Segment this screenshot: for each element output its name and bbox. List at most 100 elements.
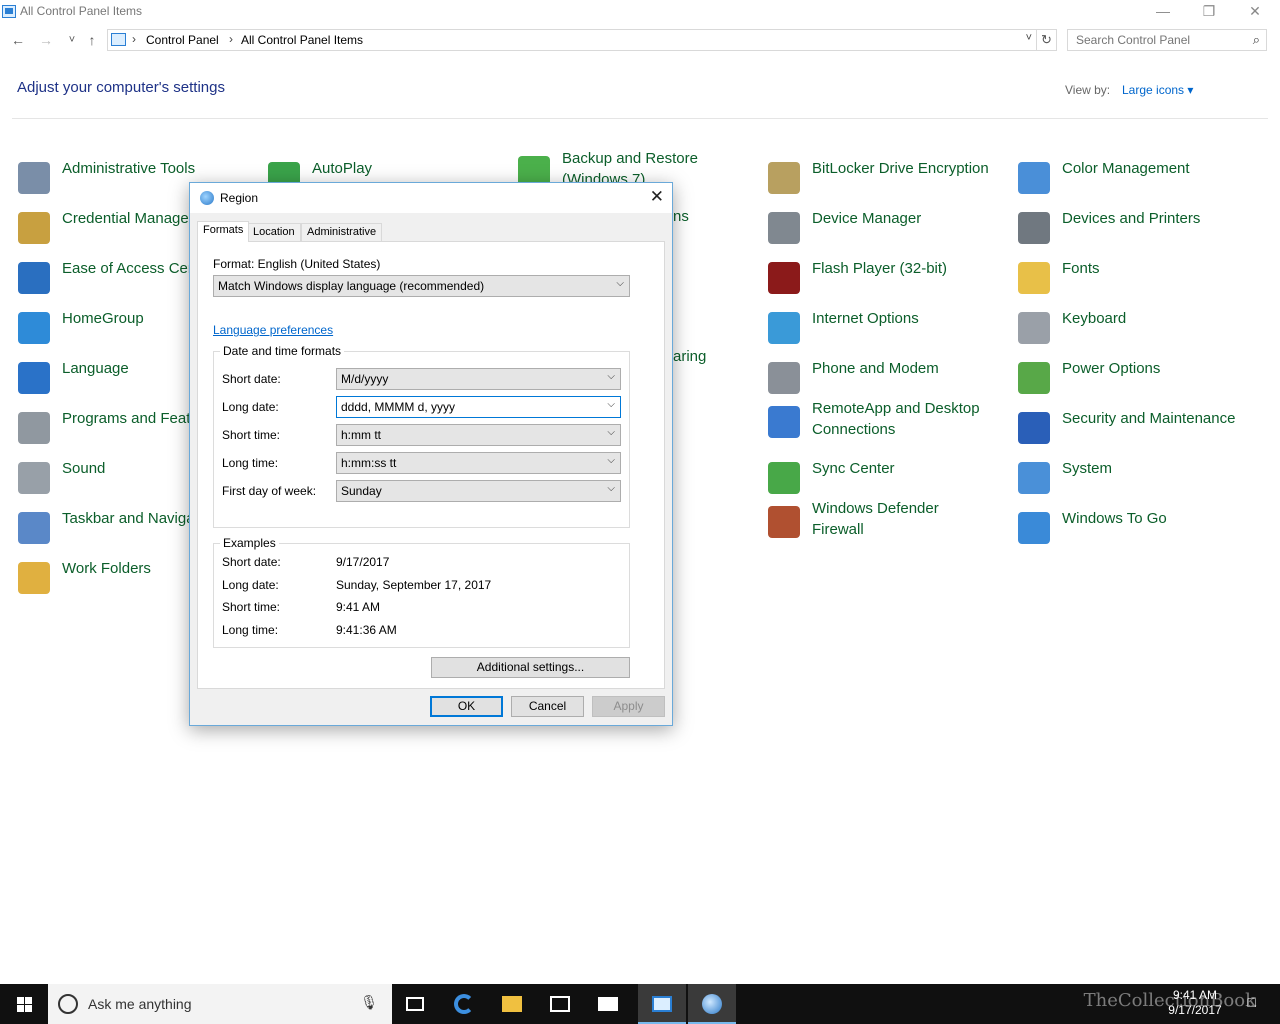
refresh-button[interactable]: ↻ bbox=[1037, 29, 1057, 51]
cp-item-fonts[interactable]: Fonts bbox=[1018, 258, 1258, 302]
up-button[interactable]: ↑ bbox=[82, 30, 102, 50]
example-value: 9/17/2017 bbox=[336, 555, 390, 569]
window-titlebar: All Control Panel Items — ❐ ✕ bbox=[0, 0, 1280, 24]
restore-button[interactable]: ❐ bbox=[1186, 0, 1232, 24]
system-clock[interactable]: 9:41 AM 9/17/2017 bbox=[1160, 988, 1230, 1018]
cp-item-label: System bbox=[1062, 460, 1113, 477]
cp-item-security-maintenance[interactable]: Security and Maintenance bbox=[1018, 408, 1258, 452]
task-view-button[interactable] bbox=[392, 984, 440, 1024]
cp-item-label: Power Options bbox=[1062, 360, 1161, 377]
taskbar: Ask me anything 🎙 TheCollectionBook 9:41… bbox=[0, 984, 1280, 1024]
cp-item-label: Color Management bbox=[1062, 160, 1190, 177]
file-explorer-taskbar-button[interactable] bbox=[488, 984, 536, 1024]
control-panel-taskbar-icon bbox=[652, 996, 672, 1012]
format-field-value: dddd, MMMM d, yyyy bbox=[341, 400, 456, 414]
folder-icon bbox=[502, 996, 522, 1012]
view-by-dropdown[interactable]: Large icons bbox=[1122, 83, 1193, 97]
format-field-label: First day of week: bbox=[222, 484, 317, 498]
ease-of-access-icon bbox=[18, 262, 50, 294]
address-bar[interactable]: › Control Panel › All Control Panel Item… bbox=[107, 29, 1037, 51]
back-button[interactable]: ← bbox=[8, 30, 28, 50]
cp-item-keyboard[interactable]: Keyboard bbox=[1018, 308, 1258, 352]
breadcrumb-control-panel[interactable]: Control Panel bbox=[146, 33, 219, 47]
format-label: Format: English (United States) bbox=[213, 257, 381, 271]
cp-item-devices-printers[interactable]: Devices and Printers bbox=[1018, 208, 1258, 252]
mail-taskbar-button[interactable] bbox=[584, 984, 632, 1024]
region-taskbar-button[interactable] bbox=[688, 984, 736, 1024]
minimize-button[interactable]: — bbox=[1140, 0, 1186, 24]
format-field-select[interactable]: Sunday ⌵ bbox=[336, 480, 621, 502]
example-label: Short time: bbox=[222, 600, 281, 614]
search-box[interactable]: ⌕ bbox=[1067, 29, 1267, 51]
additional-settings-button[interactable]: Additional settings... bbox=[431, 657, 630, 678]
search-icon[interactable]: ⌕ bbox=[1253, 32, 1260, 48]
devices-printers-icon bbox=[1018, 212, 1050, 244]
forward-button[interactable]: → bbox=[36, 30, 56, 50]
fonts-icon bbox=[1018, 262, 1050, 294]
color-management-icon bbox=[1018, 162, 1050, 194]
tab-location[interactable]: Location bbox=[247, 223, 301, 241]
cp-item-sync-center[interactable]: Sync Center bbox=[768, 458, 1008, 502]
address-dropdown-icon[interactable]: ˅ bbox=[1026, 32, 1032, 44]
format-field-value: M/d/yyyy bbox=[341, 372, 389, 386]
format-field-select[interactable]: h:mm tt ⌵ bbox=[336, 424, 621, 446]
ok-button[interactable]: OK bbox=[430, 696, 503, 717]
microphone-icon[interactable]: 🎙 bbox=[360, 994, 378, 1011]
cp-item-device-manager[interactable]: Device Manager bbox=[768, 208, 1008, 252]
cp-item-system[interactable]: System bbox=[1018, 458, 1258, 502]
chevron-down-icon: ⌵ bbox=[607, 455, 615, 466]
cancel-button[interactable]: Cancel bbox=[511, 696, 584, 717]
format-field-label: Long date: bbox=[222, 400, 279, 414]
region-globe-icon bbox=[200, 191, 214, 205]
control-panel-taskbar-button[interactable] bbox=[638, 984, 686, 1024]
keyboard-icon bbox=[1018, 312, 1050, 344]
dialog-close-button[interactable]: ✕ bbox=[650, 187, 664, 207]
close-button[interactable]: ✕ bbox=[1232, 0, 1278, 24]
cp-item-label: Keyboard bbox=[1062, 310, 1127, 327]
cp-item-label: BitLocker Drive Encryption bbox=[812, 160, 989, 177]
page-heading: Adjust your computer's settings bbox=[17, 79, 225, 96]
cp-item-phone-modem[interactable]: Phone and Modem bbox=[768, 358, 1008, 402]
format-select[interactable]: Match Windows display language (recommen… bbox=[213, 275, 630, 297]
bitlocker-icon bbox=[768, 162, 800, 194]
chevron-down-icon: ⌵ bbox=[607, 371, 615, 382]
credential-manager-icon bbox=[18, 212, 50, 244]
format-field-select[interactable]: dddd, MMMM d, yyyy ⌵ bbox=[336, 396, 621, 418]
language-preferences-link[interactable]: Language preferences bbox=[213, 323, 333, 337]
language-icon bbox=[18, 362, 50, 394]
cortana-search-placeholder: Ask me anything bbox=[88, 996, 192, 1012]
apply-button[interactable]: Apply bbox=[592, 696, 665, 717]
cp-item-firewall[interactable]: Windows Defender Firewall bbox=[768, 498, 1008, 542]
format-field-label: Long time: bbox=[222, 456, 279, 470]
cp-item-color-management[interactable]: Color Management bbox=[1018, 158, 1258, 202]
cp-item-flash-player[interactable]: Flash Player (32-bit) bbox=[768, 258, 1008, 302]
homegroup-icon bbox=[18, 312, 50, 344]
breadcrumb-separator[interactable]: › bbox=[132, 32, 136, 46]
store-taskbar-button[interactable] bbox=[536, 984, 584, 1024]
tab-administrative[interactable]: Administrative bbox=[301, 223, 383, 241]
cp-item-internet-options[interactable]: Internet Options bbox=[768, 308, 1008, 352]
control-panel-icon bbox=[2, 5, 16, 18]
dialog-title: Region bbox=[220, 191, 259, 205]
format-field-label: Short time: bbox=[222, 428, 281, 442]
cp-item-windows-to-go[interactable]: Windows To Go bbox=[1018, 508, 1258, 552]
tab-formats[interactable]: Formats bbox=[197, 221, 250, 242]
start-button[interactable] bbox=[0, 984, 48, 1024]
cp-item-power-options[interactable]: Power Options bbox=[1018, 358, 1258, 402]
administrative-tools-icon bbox=[18, 162, 50, 194]
action-center-icon[interactable]: □ bbox=[1248, 994, 1256, 1010]
edge-icon bbox=[454, 994, 474, 1014]
format-field-select[interactable]: h:mm:ss tt ⌵ bbox=[336, 452, 621, 474]
breadcrumb-all-items[interactable]: All Control Panel Items bbox=[241, 33, 363, 47]
example-label: Long date: bbox=[222, 577, 279, 592]
cp-item-remoteapp[interactable]: RemoteApp and Desktop Connections bbox=[768, 398, 1008, 442]
breadcrumb-separator[interactable]: › bbox=[229, 32, 233, 46]
format-field-select[interactable]: M/d/yyyy ⌵ bbox=[336, 368, 621, 390]
device-manager-icon bbox=[768, 212, 800, 244]
search-input[interactable] bbox=[1074, 31, 1244, 49]
recent-locations-button[interactable]: ˅ bbox=[62, 30, 82, 50]
edge-taskbar-button[interactable] bbox=[440, 984, 488, 1024]
cortana-search-box[interactable]: Ask me anything 🎙 bbox=[48, 984, 392, 1024]
control-panel-icon bbox=[111, 33, 126, 46]
cp-item-bitlocker[interactable]: BitLocker Drive Encryption bbox=[768, 158, 1008, 202]
